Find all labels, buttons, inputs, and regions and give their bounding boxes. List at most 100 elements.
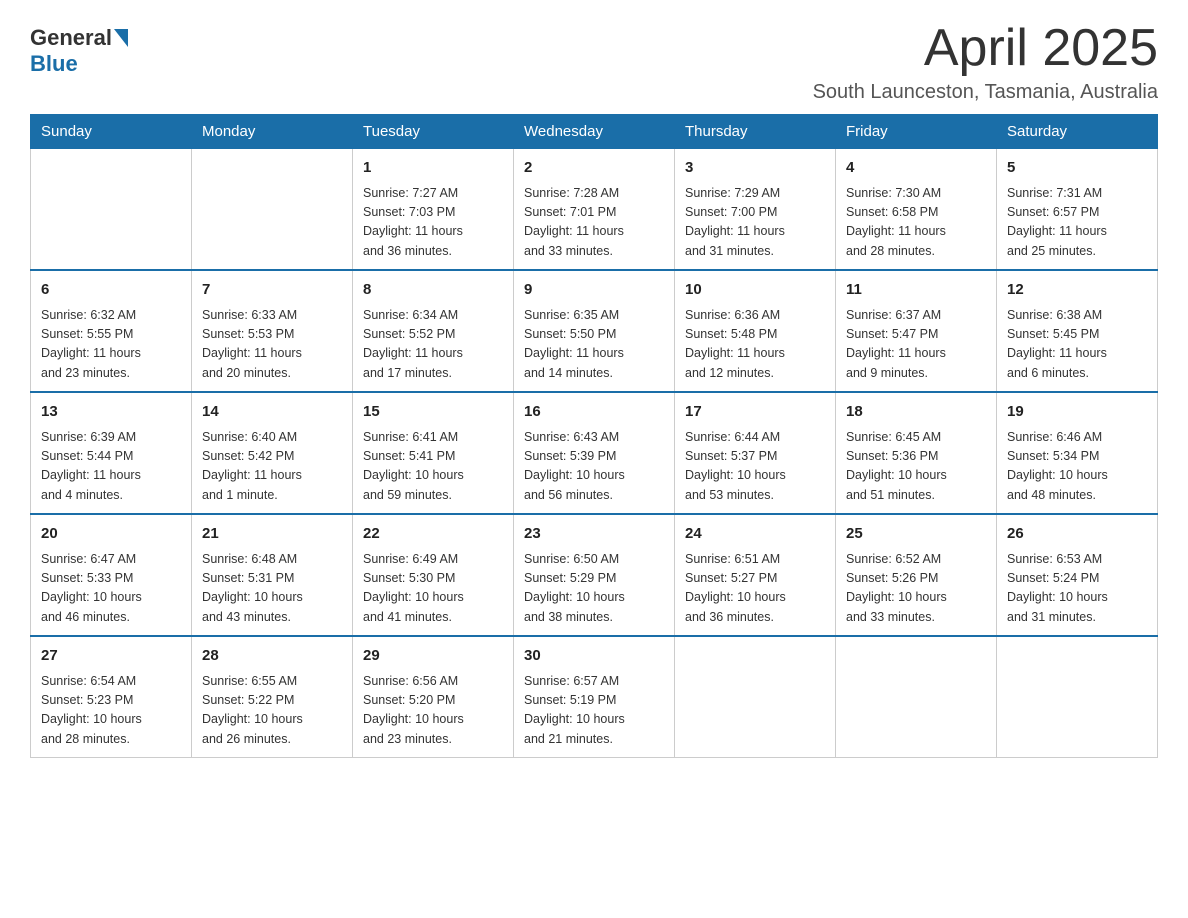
day-info: Sunrise: 6:38 AM Sunset: 5:45 PM Dayligh…: [1007, 306, 1147, 384]
day-number: 16: [524, 401, 664, 424]
day-number: 30: [524, 645, 664, 668]
day-number: 25: [846, 523, 986, 546]
day-info: Sunrise: 6:57 AM Sunset: 5:19 PM Dayligh…: [524, 672, 664, 750]
day-number: 12: [1007, 279, 1147, 302]
calendar-week-row: 6Sunrise: 6:32 AM Sunset: 5:55 PM Daylig…: [31, 270, 1158, 392]
day-info: Sunrise: 6:49 AM Sunset: 5:30 PM Dayligh…: [363, 550, 503, 628]
calendar-table: SundayMondayTuesdayWednesdayThursdayFrid…: [30, 114, 1158, 758]
calendar-cell: 1 Sunrise: 7:27 AM Sunset: 7:03 PM Daylig…: [353, 149, 514, 271]
day-info: Sunrise: 6:45 AM Sunset: 5:36 PM Dayligh…: [846, 428, 986, 506]
day-info: Sunrise: 6:39 AM Sunset: 5:44 PM Dayligh…: [41, 428, 181, 506]
day-number: 19: [1007, 401, 1147, 424]
day-info: Sunrise: 6:47 AM Sunset: 5:33 PM Dayligh…: [41, 550, 181, 628]
day-info: Sunrise: 7:31 AM Sunset: 6:57 PM Dayligh…: [1007, 184, 1147, 262]
calendar-cell: 26Sunrise: 6:53 AM Sunset: 5:24 PM Dayli…: [997, 514, 1158, 636]
page-header: General Blue April 2025 South Launceston…: [30, 20, 1158, 104]
calendar-cell: 24 Sunrise: 6:51 AM Sunset: 5:27 PM Dayli…: [675, 514, 836, 636]
calendar-cell: [675, 636, 836, 758]
calendar-cell: 27 Sunrise: 6:54 AM Sunset: 5:23 PM Dayli…: [31, 636, 192, 758]
day-info: Sunrise: 6:33 AM Sunset: 5:53 PM Dayligh…: [202, 306, 342, 384]
calendar-cell: 29 Sunrise: 6:56 AM Sunset: 5:20 PM Dayli…: [353, 636, 514, 758]
day-info: Sunrise: 6:48 AM Sunset: 5:31 PM Dayligh…: [202, 550, 342, 628]
day-number: 23: [524, 523, 664, 546]
calendar-cell: [192, 149, 353, 271]
logo-general-text: General: [30, 25, 112, 51]
day-number: 24: [685, 523, 825, 546]
day-number: 29: [363, 645, 503, 668]
calendar-cell: 10Sunrise: 6:36 AM Sunset: 5:48 PM Dayli…: [675, 270, 836, 392]
calendar-cell: 3 Sunrise: 7:29 AM Sunset: 7:00 PM Daylig…: [675, 149, 836, 271]
day-info: Sunrise: 6:55 AM Sunset: 5:22 PM Dayligh…: [202, 672, 342, 750]
day-info: Sunrise: 6:50 AM Sunset: 5:29 PM Dayligh…: [524, 550, 664, 628]
calendar-cell: 19 Sunrise: 6:46 AM Sunset: 5:34 PM Dayli…: [997, 392, 1158, 514]
weekday-header-monday: Monday: [192, 115, 353, 149]
day-number: 18: [846, 401, 986, 424]
day-number: 1: [363, 157, 503, 180]
calendar-cell: 5 Sunrise: 7:31 AM Sunset: 6:57 PM Daylig…: [997, 149, 1158, 271]
day-info: Sunrise: 6:56 AM Sunset: 5:20 PM Dayligh…: [363, 672, 503, 750]
calendar-cell: 23 Sunrise: 6:50 AM Sunset: 5:29 PM Dayli…: [514, 514, 675, 636]
weekday-header-friday: Friday: [836, 115, 997, 149]
calendar-cell: 14Sunrise: 6:40 AM Sunset: 5:42 PM Dayli…: [192, 392, 353, 514]
day-info: Sunrise: 6:32 AM Sunset: 5:55 PM Dayligh…: [41, 306, 181, 384]
calendar-cell: 21 Sunrise: 6:48 AM Sunset: 5:31 PM Dayli…: [192, 514, 353, 636]
weekday-header-tuesday: Tuesday: [353, 115, 514, 149]
day-number: 21: [202, 523, 342, 546]
calendar-week-row: 27 Sunrise: 6:54 AM Sunset: 5:23 PM Dayli…: [31, 636, 1158, 758]
calendar-cell: [997, 636, 1158, 758]
day-number: 14: [202, 401, 342, 424]
calendar-cell: 9Sunrise: 6:35 AM Sunset: 5:50 PM Daylig…: [514, 270, 675, 392]
month-title: April 2025: [813, 20, 1158, 77]
day-info: Sunrise: 6:43 AM Sunset: 5:39 PM Dayligh…: [524, 428, 664, 506]
day-info: Sunrise: 7:27 AM Sunset: 7:03 PM Dayligh…: [363, 184, 503, 262]
calendar-cell: 13 Sunrise: 6:39 AM Sunset: 5:44 PM Dayli…: [31, 392, 192, 514]
calendar-week-row: 20 Sunrise: 6:47 AM Sunset: 5:33 PM Dayli…: [31, 514, 1158, 636]
day-info: Sunrise: 6:54 AM Sunset: 5:23 PM Dayligh…: [41, 672, 181, 750]
calendar-cell: 2 Sunrise: 7:28 AM Sunset: 7:01 PM Daylig…: [514, 149, 675, 271]
calendar-cell: 30 Sunrise: 6:57 AM Sunset: 5:19 PM Dayli…: [514, 636, 675, 758]
day-number: 10: [685, 279, 825, 302]
day-info: Sunrise: 6:41 AM Sunset: 5:41 PM Dayligh…: [363, 428, 503, 506]
day-info: Sunrise: 6:46 AM Sunset: 5:34 PM Dayligh…: [1007, 428, 1147, 506]
day-number: 7: [202, 279, 342, 302]
weekday-header-wednesday: Wednesday: [514, 115, 675, 149]
day-number: 13: [41, 401, 181, 424]
day-info: Sunrise: 6:51 AM Sunset: 5:27 PM Dayligh…: [685, 550, 825, 628]
day-number: 28: [202, 645, 342, 668]
day-number: 8: [363, 279, 503, 302]
logo-arrow-icon: [114, 29, 128, 47]
day-number: 4: [846, 157, 986, 180]
location-title: South Launceston, Tasmania, Australia: [813, 81, 1158, 104]
day-info: Sunrise: 6:35 AM Sunset: 5:50 PM Dayligh…: [524, 306, 664, 384]
weekday-header-row: SundayMondayTuesdayWednesdayThursdayFrid…: [31, 115, 1158, 149]
calendar-cell: 6Sunrise: 6:32 AM Sunset: 5:55 PM Daylig…: [31, 270, 192, 392]
calendar-cell: 15 Sunrise: 6:41 AM Sunset: 5:41 PM Dayli…: [353, 392, 514, 514]
day-number: 3: [685, 157, 825, 180]
day-number: 2: [524, 157, 664, 180]
calendar-cell: 17Sunrise: 6:44 AM Sunset: 5:37 PM Dayli…: [675, 392, 836, 514]
weekday-header-thursday: Thursday: [675, 115, 836, 149]
calendar-cell: [31, 149, 192, 271]
day-info: Sunrise: 7:28 AM Sunset: 7:01 PM Dayligh…: [524, 184, 664, 262]
day-info: Sunrise: 7:30 AM Sunset: 6:58 PM Dayligh…: [846, 184, 986, 262]
calendar-cell: 4 Sunrise: 7:30 AM Sunset: 6:58 PM Daylig…: [836, 149, 997, 271]
calendar-cell: 25 Sunrise: 6:52 AM Sunset: 5:26 PM Dayli…: [836, 514, 997, 636]
day-info: Sunrise: 6:34 AM Sunset: 5:52 PM Dayligh…: [363, 306, 503, 384]
day-number: 20: [41, 523, 181, 546]
day-number: 15: [363, 401, 503, 424]
calendar-cell: 12 Sunrise: 6:38 AM Sunset: 5:45 PM Dayli…: [997, 270, 1158, 392]
day-number: 5: [1007, 157, 1147, 180]
day-info: Sunrise: 6:37 AM Sunset: 5:47 PM Dayligh…: [846, 306, 986, 384]
calendar-cell: 22Sunrise: 6:49 AM Sunset: 5:30 PM Dayli…: [353, 514, 514, 636]
calendar-cell: 18 Sunrise: 6:45 AM Sunset: 5:36 PM Dayli…: [836, 392, 997, 514]
day-info: Sunrise: 7:29 AM Sunset: 7:00 PM Dayligh…: [685, 184, 825, 262]
day-number: 27: [41, 645, 181, 668]
logo: General Blue: [30, 20, 128, 77]
day-number: 17: [685, 401, 825, 424]
day-number: 11: [846, 279, 986, 302]
title-section: April 2025 South Launceston, Tasmania, A…: [813, 20, 1158, 104]
calendar-week-row: 13 Sunrise: 6:39 AM Sunset: 5:44 PM Dayli…: [31, 392, 1158, 514]
calendar-cell: [836, 636, 997, 758]
day-info: Sunrise: 6:52 AM Sunset: 5:26 PM Dayligh…: [846, 550, 986, 628]
weekday-header-sunday: Sunday: [31, 115, 192, 149]
